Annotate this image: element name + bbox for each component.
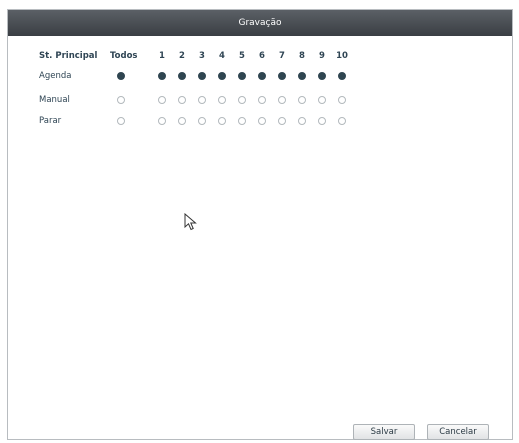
radio-all-manual[interactable]	[117, 96, 125, 104]
radio-agenda-channel-7[interactable]	[278, 72, 286, 80]
radio-agenda-channel-6[interactable]	[258, 72, 266, 80]
radio-parar-channel-8[interactable]	[298, 117, 306, 125]
radio-parar-channel-9[interactable]	[318, 117, 326, 125]
radio-manual-channel-10[interactable]	[338, 96, 346, 104]
radio-manual-channel-7[interactable]	[278, 96, 286, 104]
channel-header: 4	[219, 51, 225, 61]
radio-parar-channel-3[interactable]	[198, 117, 206, 125]
row-header-label: St. Principal	[39, 51, 98, 61]
channel-header: 8	[299, 51, 305, 61]
radio-agenda-channel-4[interactable]	[218, 72, 226, 80]
row-label-agenda: Agenda	[39, 71, 72, 81]
radio-manual-channel-9[interactable]	[318, 96, 326, 104]
radio-agenda-channel-9[interactable]	[318, 72, 326, 80]
radio-manual-channel-1[interactable]	[158, 96, 166, 104]
save-button[interactable]: Salvar	[353, 424, 415, 440]
radio-manual-channel-2[interactable]	[178, 96, 186, 104]
channel-header: 2	[179, 51, 185, 61]
row-label-manual: Manual	[39, 95, 70, 105]
channel-header: 1	[159, 51, 165, 61]
radio-agenda-channel-3[interactable]	[198, 72, 206, 80]
radio-parar-channel-4[interactable]	[218, 117, 226, 125]
radio-agenda-channel-10[interactable]	[338, 72, 346, 80]
radio-parar-channel-2[interactable]	[178, 117, 186, 125]
window-title: Gravação	[8, 10, 512, 36]
radio-agenda-channel-2[interactable]	[178, 72, 186, 80]
radio-parar-channel-6[interactable]	[258, 117, 266, 125]
radio-agenda-channel-8[interactable]	[298, 72, 306, 80]
radio-agenda-channel-5[interactable]	[238, 72, 246, 80]
radio-manual-channel-5[interactable]	[238, 96, 246, 104]
radio-parar-channel-10[interactable]	[338, 117, 346, 125]
cancel-button[interactable]: Cancelar	[427, 424, 489, 440]
radio-parar-channel-1[interactable]	[158, 117, 166, 125]
radio-parar-channel-5[interactable]	[238, 117, 246, 125]
channel-header: 5	[239, 51, 245, 61]
radio-parar-channel-7[interactable]	[278, 117, 286, 125]
radio-all-agenda[interactable]	[117, 72, 125, 80]
all-column-header: Todos	[110, 51, 138, 61]
mouse-pointer-icon	[184, 213, 197, 231]
channel-header: 6	[259, 51, 265, 61]
radio-manual-channel-8[interactable]	[298, 96, 306, 104]
row-label-parar: Parar	[39, 116, 62, 126]
radio-manual-channel-4[interactable]	[218, 96, 226, 104]
radio-manual-channel-6[interactable]	[258, 96, 266, 104]
channel-header: 9	[319, 51, 325, 61]
radio-agenda-channel-1[interactable]	[158, 72, 166, 80]
channel-header: 3	[199, 51, 205, 61]
radio-manual-channel-3[interactable]	[198, 96, 206, 104]
channel-header: 7	[279, 51, 285, 61]
channel-header: 10	[336, 51, 348, 61]
radio-all-parar[interactable]	[117, 117, 125, 125]
